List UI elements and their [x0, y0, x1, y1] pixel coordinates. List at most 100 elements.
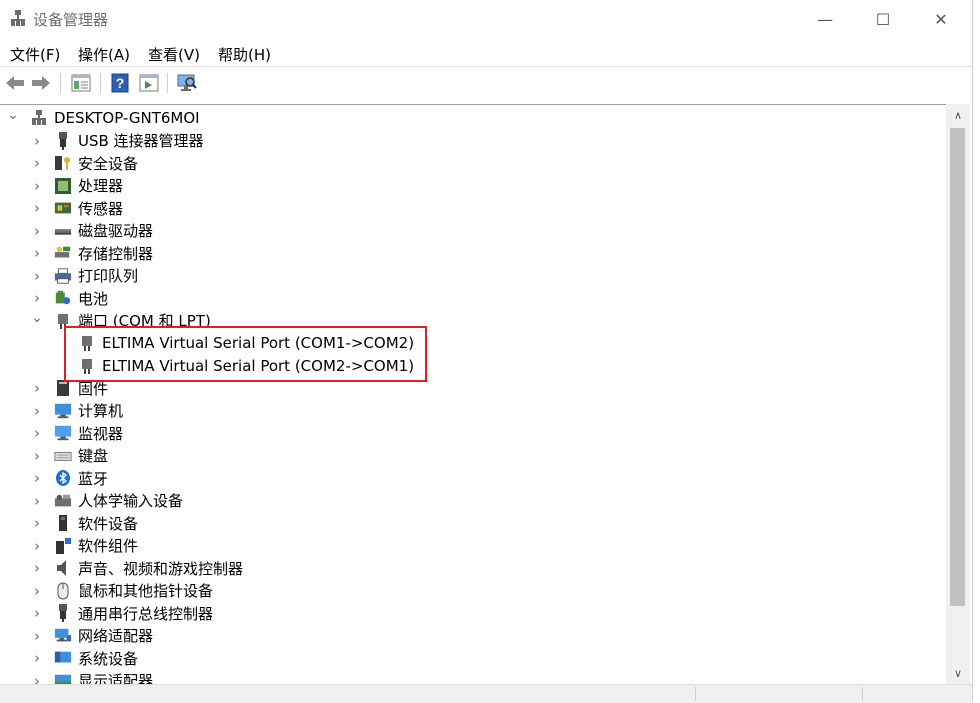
chevron-right-icon[interactable]: › [32, 467, 42, 489]
tree-category[interactable]: › 鼠标和其他指针设备 [34, 580, 213, 602]
window-edge [972, 0, 980, 702]
tree-category[interactable]: › 通用串行总线控制器 [34, 602, 214, 624]
tree-category[interactable]: › 人体学输入设备 [34, 490, 184, 512]
maximize-icon: ☐ [875, 10, 891, 29]
chevron-right-icon[interactable]: › [32, 625, 42, 647]
tree-category[interactable]: › 处理器 [34, 175, 124, 197]
chevron-up-icon: ∧ [953, 108, 963, 122]
chevron-down-icon[interactable]: ⌄ [7, 105, 19, 126]
keyboard-icon [54, 447, 72, 465]
chevron-right-icon[interactable]: › [32, 175, 42, 197]
chevron-right-icon[interactable]: › [32, 670, 42, 686]
tree-category-label: 安全设备 [78, 154, 139, 173]
toolbar: ? [0, 66, 972, 100]
printer-icon [54, 267, 72, 285]
menu-help[interactable]: 帮助(H) [218, 44, 271, 65]
update-driver-button[interactable] [138, 72, 160, 94]
chevron-right-icon[interactable]: › [32, 220, 42, 242]
tree-category[interactable]: › 电池 [34, 287, 108, 309]
chevron-right-icon[interactable]: › [32, 400, 42, 422]
chevron-right-icon[interactable]: › [32, 512, 42, 534]
help-button[interactable]: ? [109, 72, 131, 94]
usb-controller-icon [54, 604, 72, 622]
computer-root-icon [30, 109, 48, 127]
chevron-right-icon[interactable]: › [32, 130, 42, 152]
display-adapter-icon [54, 672, 72, 685]
device-tree: ⌄ DESKTOP-GNT6MOI › USB 连接器管理器 › 安全设备 › 处理器 › 传感器… [0, 104, 946, 685]
scan-hardware-button[interactable] [176, 72, 198, 94]
menu-file[interactable]: 文件(F) [10, 44, 60, 65]
tree-category-label: 处理器 [78, 177, 124, 195]
tree-category[interactable]: › 安全设备 [34, 152, 139, 174]
update-driver-icon [139, 74, 159, 92]
toolbar-separator [60, 73, 61, 93]
tree-category[interactable]: › 声音、视频和游戏控制器 [34, 557, 244, 579]
status-separator [862, 687, 863, 701]
tree-category[interactable]: › 网络适配器 [34, 625, 153, 647]
tree-category[interactable]: › USB 连接器管理器 [34, 130, 204, 152]
chevron-right-icon[interactable]: › [32, 197, 42, 219]
tree-category-label: 软件组件 [78, 537, 139, 555]
close-button[interactable]: ✕ [912, 0, 970, 39]
maximize-button[interactable]: ☐ [854, 0, 912, 39]
storage-controller-icon [54, 244, 72, 262]
tree-category-label: 通用串行总线控制器 [78, 604, 214, 623]
scan-hardware-icon [177, 74, 197, 91]
chevron-right-icon[interactable]: › [32, 580, 42, 602]
tree-category[interactable]: › 键盘 [34, 445, 109, 467]
tree-category[interactable]: › 系统设备 [34, 647, 139, 669]
tree-category[interactable]: › 存储控制器 [34, 242, 154, 264]
tree-category-label: 声音、视频和游戏控制器 [78, 559, 244, 578]
tree-category-label: 存储控制器 [78, 244, 154, 263]
tree-category[interactable]: › 传感器 [34, 197, 123, 219]
chevron-right-icon[interactable]: › [32, 490, 42, 512]
back-button[interactable] [4, 72, 26, 94]
tree-root[interactable]: ⌄ DESKTOP-GNT6MOI [7, 107, 200, 129]
tree-category-label: 计算机 [78, 402, 124, 420]
tree-category-label: 系统设备 [78, 649, 139, 668]
chevron-right-icon[interactable]: › [32, 242, 42, 264]
forward-arrow-icon [32, 76, 50, 90]
chevron-right-icon[interactable]: › [32, 602, 42, 624]
chevron-right-icon[interactable]: › [32, 152, 42, 174]
scroll-down-button[interactable]: ∨ [946, 662, 970, 684]
chevron-right-icon[interactable]: › [32, 557, 42, 579]
tree-category[interactable]: › 软件组件 [34, 535, 139, 557]
properties-button[interactable] [70, 72, 92, 94]
menu-view[interactable]: 查看(V) [148, 44, 200, 65]
minimize-button[interactable]: — [796, 0, 854, 39]
menu-action[interactable]: 操作(A) [78, 44, 130, 65]
tree-category-label: 磁盘驱动器 [78, 222, 154, 240]
tree-category-label: 打印队列 [78, 267, 139, 285]
sensor-icon [54, 199, 72, 217]
tree-category[interactable]: › 显示适配器 [34, 670, 154, 685]
chevron-down-icon: ∨ [953, 666, 963, 680]
software-device-icon [54, 514, 72, 532]
sound-icon [54, 559, 72, 577]
vertical-scrollbar[interactable]: ∧ ∨ [946, 104, 970, 684]
chevron-right-icon[interactable]: › [32, 265, 42, 287]
chevron-down-icon[interactable]: ⌄ [31, 307, 43, 329]
tree-category[interactable]: › 蓝牙 [34, 467, 109, 489]
scroll-up-button[interactable]: ∧ [946, 104, 970, 126]
tree-category-label: 蓝牙 [78, 469, 109, 488]
chevron-right-icon[interactable]: › [32, 445, 42, 467]
tree-category-label: 键盘 [78, 447, 109, 465]
chevron-right-icon[interactable]: › [32, 647, 42, 669]
tree-category[interactable]: › 打印队列 [34, 265, 139, 287]
tree-category[interactable]: › 计算机 [34, 400, 124, 422]
tree-category-label: 人体学输入设备 [78, 492, 184, 510]
tree-root-label: DESKTOP-GNT6MOI [54, 109, 200, 127]
forward-button[interactable] [30, 72, 52, 94]
toolbar-separator [100, 73, 101, 93]
chevron-right-icon[interactable]: › [32, 535, 42, 557]
chevron-right-icon[interactable]: › [32, 377, 42, 399]
scrollbar-thumb[interactable] [950, 128, 965, 606]
tree-category-label: 显示适配器 [78, 672, 154, 685]
tree-category[interactable]: › 软件设备 [34, 512, 139, 534]
tree-category[interactable]: › 磁盘驱动器 [34, 220, 154, 242]
chevron-right-icon[interactable]: › [32, 422, 42, 444]
mouse-icon [54, 582, 72, 600]
tree-category[interactable]: › 监视器 [34, 422, 123, 444]
tree-category-label: 软件设备 [78, 514, 139, 533]
